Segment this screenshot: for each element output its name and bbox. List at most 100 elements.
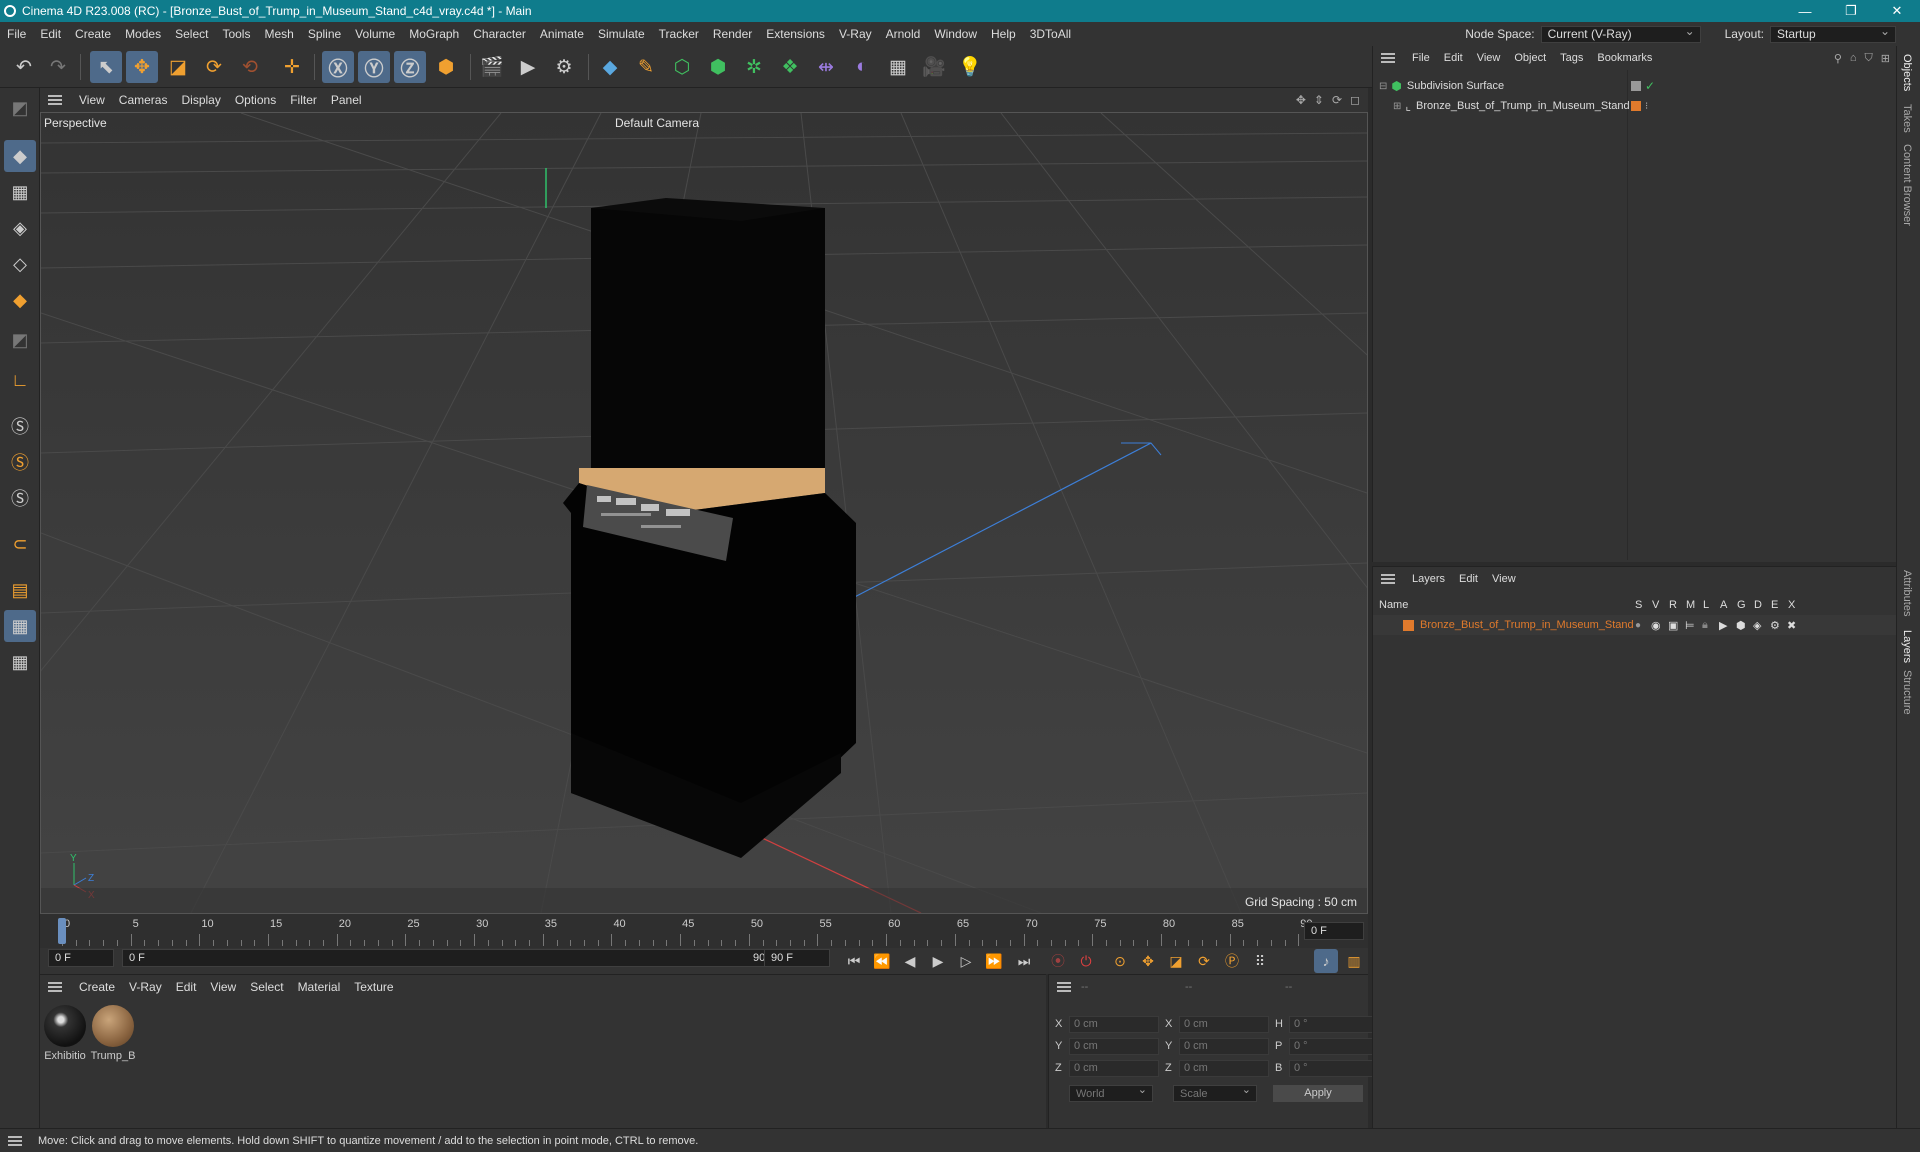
viewport-menu-options[interactable]: Options [228, 93, 283, 107]
y-axis-lock-icon[interactable]: Ⓨ [358, 51, 390, 83]
texture-mode-icon[interactable]: ▦ [4, 176, 36, 208]
menu-tools[interactable]: Tools [215, 27, 257, 41]
quantize-icon[interactable]: Ⓢ [4, 482, 36, 514]
object-hamburger-icon[interactable] [1381, 53, 1395, 63]
generator-icon[interactable]: ⬢ [702, 51, 734, 83]
size-z-field[interactable]: 0 cm [1179, 1059, 1269, 1077]
render-settings-icon[interactable]: ⚙ [548, 51, 580, 83]
rotation-h-field[interactable]: 0 ° [1289, 1015, 1379, 1033]
axis-mode-icon[interactable]: ∟ [4, 364, 36, 396]
home-icon[interactable]: ⌂ [1850, 52, 1857, 64]
snap-settings-icon[interactable]: Ⓢ [4, 446, 36, 478]
viewport-menu-display[interactable]: Display [174, 93, 227, 107]
material-menu-material[interactable]: Material [291, 980, 348, 994]
coord-hamburger-icon[interactable] [1057, 982, 1071, 992]
generator-layer-icon[interactable]: ⬢ [1736, 619, 1746, 632]
key-position-icon[interactable]: ✥ [1136, 949, 1160, 973]
key-scale-icon[interactable]: ◪ [1164, 949, 1188, 973]
layer-menu-edit[interactable]: Edit [1452, 573, 1485, 585]
menu-volume[interactable]: Volume [348, 27, 402, 41]
layer-row[interactable]: Bronze_Bust_of_Trump_in_Museum_Stand ● ◉… [1373, 615, 1896, 635]
material-menu-texture[interactable]: Texture [347, 980, 400, 994]
floor-icon[interactable]: ▦ [882, 51, 914, 83]
menu-extensions[interactable]: Extensions [759, 27, 832, 41]
material-menu-view[interactable]: View [203, 980, 243, 994]
timeline[interactable]: 051015202530354045505560657075808590 0 F [40, 914, 1368, 948]
expression-layer-icon[interactable]: ⚙ [1770, 619, 1780, 632]
tab-structure[interactable]: Structure [1901, 670, 1913, 715]
rotation-p-field[interactable]: 0 ° [1289, 1037, 1379, 1055]
subdivision-icon[interactable]: ⬡ [666, 51, 698, 83]
lock-icon[interactable]: 🔒︎ [1702, 619, 1708, 632]
object-menu-bookmarks[interactable]: Bookmarks [1590, 52, 1659, 64]
make-editable-icon[interactable]: ◩ [4, 92, 36, 124]
menu-3dtoall[interactable]: 3DToAll [1023, 27, 1078, 41]
recent-tool-icon[interactable]: ⟲ [234, 51, 266, 83]
menu-character[interactable]: Character [466, 27, 533, 41]
view-icon[interactable]: ◉ [1651, 619, 1661, 632]
snap-icon[interactable]: Ⓢ [4, 410, 36, 442]
go-to-end-icon[interactable]: ⏭ [1012, 949, 1036, 973]
menu-mograph[interactable]: MoGraph [402, 27, 466, 41]
node-space-select[interactable]: Current (V-Ray) [1540, 24, 1701, 43]
filter-icon[interactable]: ⛉ [1865, 52, 1873, 65]
size-x-field[interactable]: 0 cm [1179, 1015, 1269, 1033]
material-trump[interactable]: Trump_B [90, 1005, 136, 1062]
coordinate-mode-select[interactable]: World [1069, 1083, 1153, 1102]
coordinate-system-icon[interactable]: ⬢ [430, 51, 462, 83]
viewport-menu-cameras[interactable]: Cameras [112, 93, 175, 107]
motion-system-icon[interactable]: ♪ [1314, 949, 1338, 973]
tab-content-browser[interactable]: Content Browser [1901, 144, 1913, 226]
editor-visibility-icon[interactable] [1631, 81, 1641, 91]
maximize-view-icon[interactable]: ◻ [1350, 93, 1360, 107]
start-frame-field[interactable]: 0 F [48, 949, 114, 967]
scale-tool-icon[interactable]: ◪ [162, 51, 194, 83]
object-row-subdivision[interactable]: ⊟ ⬢ Subdivision Surface ✓ [1373, 76, 1896, 96]
menu-mesh[interactable]: Mesh [257, 27, 300, 41]
xref-layer-icon[interactable]: ✖ [1787, 619, 1796, 632]
size-mode-select[interactable]: Scale [1173, 1083, 1257, 1102]
restore-icon[interactable]: ❐ [1828, 3, 1874, 19]
mograph-icon[interactable]: ❖ [774, 51, 806, 83]
next-frame-icon[interactable]: ▷ [954, 949, 978, 973]
light-icon[interactable]: 💡 [954, 51, 986, 83]
go-to-start-icon[interactable]: ⏮ [842, 949, 866, 973]
record-keys-icon[interactable]: ⦿ [1046, 949, 1070, 973]
tab-attributes[interactable]: Attributes [1901, 570, 1913, 616]
rotate-tool-icon[interactable]: ⟳ [198, 51, 230, 83]
x-axis-lock-icon[interactable]: Ⓧ [322, 51, 354, 83]
cube-icon[interactable]: ◆ [594, 51, 626, 83]
add-tool-icon[interactable]: ✛ [276, 51, 308, 83]
material-exhibition[interactable]: Exhibitio [42, 1005, 88, 1062]
menu-window[interactable]: Window [927, 27, 984, 41]
apply-button[interactable]: Apply [1273, 1085, 1363, 1102]
tab-takes[interactable]: Takes [1901, 104, 1913, 133]
previous-key-icon[interactable]: ⏪ [870, 949, 894, 973]
move-tool-icon[interactable]: ✥ [126, 51, 158, 83]
size-y-field[interactable]: 0 cm [1179, 1037, 1269, 1055]
menu-edit[interactable]: Edit [33, 27, 68, 41]
menu-arnold[interactable]: Arnold [879, 27, 928, 41]
camera-icon[interactable]: 🎥 [918, 51, 950, 83]
redo-icon[interactable]: ↷ [42, 51, 74, 83]
collapse-icon[interactable]: ⊟ [1379, 81, 1387, 92]
layer-menu-view[interactable]: View [1485, 573, 1523, 585]
playhead[interactable] [58, 918, 66, 944]
pan-icon[interactable]: ✥ [1296, 93, 1306, 107]
material-menu-edit[interactable]: Edit [169, 980, 204, 994]
play-icon[interactable]: ▶ [926, 949, 950, 973]
animation-icon[interactable]: ▶ [1719, 619, 1727, 632]
point-mode-icon[interactable]: ◈ [4, 212, 36, 244]
viewport-menu-filter[interactable]: Filter [283, 93, 324, 107]
autokey-icon[interactable]: ⏻ [1074, 949, 1098, 973]
position-x-field[interactable]: 0 cm [1069, 1015, 1159, 1033]
expand-icon[interactable]: ⊞ [1393, 101, 1401, 112]
next-key-icon[interactable]: ⏩ [982, 949, 1006, 973]
tab-layers[interactable]: Layers [1901, 630, 1913, 663]
deformer-icon[interactable]: ⇹ [810, 51, 842, 83]
menu-simulate[interactable]: Simulate [591, 27, 652, 41]
layer-color-swatch[interactable] [1403, 619, 1414, 631]
rotation-b-field[interactable]: 0 ° [1289, 1059, 1379, 1077]
object-menu-edit[interactable]: Edit [1437, 52, 1470, 64]
minimize-icon[interactable]: — [1782, 4, 1828, 19]
